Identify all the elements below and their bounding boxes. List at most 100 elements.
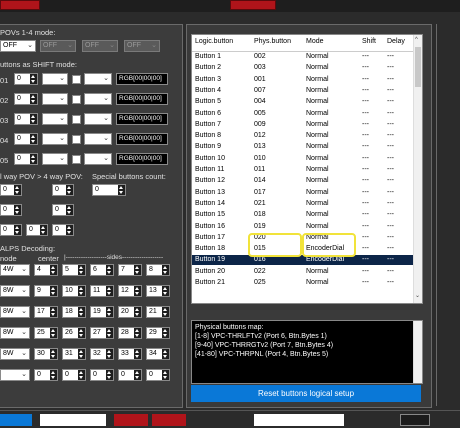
spin-arrows-icon[interactable] xyxy=(30,114,37,124)
physical-buttons-map[interactable]: Physical buttons map: [1-8] VPC-THRLFTv2… xyxy=(191,320,423,384)
shift-row-checkbox[interactable] xyxy=(72,75,81,84)
alps-center-spin[interactable]: 0 xyxy=(34,369,58,381)
table-row[interactable]: Button 21 025 Normal --- --- xyxy=(192,278,414,288)
spin-arrows-icon[interactable] xyxy=(50,307,57,317)
table-row[interactable]: Button 7 009 Normal --- --- xyxy=(192,120,414,130)
table-row[interactable]: Button 8 012 Normal --- --- xyxy=(192,131,414,141)
scroll-down-icon[interactable]: ⌄ xyxy=(415,292,420,299)
alps-side-spin[interactable]: 10 xyxy=(62,285,86,297)
bottom-input[interactable] xyxy=(40,414,106,426)
spin-arrows-icon[interactable] xyxy=(50,265,57,275)
alps-mode-combo[interactable]: 8W ⌄ xyxy=(0,306,30,318)
table-row[interactable]: Button 9 013 Normal --- --- xyxy=(192,142,414,152)
spin-arrows-icon[interactable] xyxy=(78,328,85,338)
table-row[interactable]: Button 20 022 Normal --- --- xyxy=(192,267,414,277)
spin-arrows-icon[interactable] xyxy=(134,265,141,275)
header-logic-button[interactable]: Logic.button xyxy=(195,38,233,45)
spin-arrows-icon[interactable] xyxy=(14,185,21,195)
map-scrollbar[interactable] xyxy=(413,321,422,383)
shift-row-checkbox[interactable] xyxy=(72,115,81,124)
spin-arrows-icon[interactable] xyxy=(162,265,169,275)
shift-row-combo-a[interactable]: ⌄ xyxy=(42,113,68,125)
table-row[interactable]: Button 2 003 Normal --- --- xyxy=(192,63,414,73)
shift-row-combo-a[interactable]: ⌄ xyxy=(42,153,68,165)
top-red-button-2[interactable] xyxy=(230,0,276,10)
shift-row-spin[interactable]: 0 xyxy=(14,113,38,125)
reset-logical-setup-button[interactable]: Reset buttons logical setup xyxy=(191,385,421,402)
alps-mode-combo[interactable]: 8W ⌄ xyxy=(0,348,30,360)
spin-arrows-icon[interactable] xyxy=(78,349,85,359)
spin-arrows-icon[interactable] xyxy=(134,328,141,338)
shift-row-spin[interactable]: 0 xyxy=(14,93,38,105)
alps-side-spin[interactable]: 20 xyxy=(118,306,142,318)
table-row[interactable]: Button 11 011 Normal --- --- xyxy=(192,165,414,175)
alps-side-spin[interactable]: 0 xyxy=(62,369,86,381)
alps-side-spin[interactable]: 8 xyxy=(146,264,170,276)
header-phys-button[interactable]: Phys.button xyxy=(254,38,291,45)
alps-side-spin[interactable]: 32 xyxy=(90,348,114,360)
alps-center-spin[interactable]: 25 xyxy=(34,327,58,339)
spin-arrows-icon[interactable] xyxy=(118,185,125,195)
table-row[interactable]: Button 14 021 Normal --- --- xyxy=(192,199,414,209)
spin-arrows-icon[interactable] xyxy=(106,370,113,380)
spin-arrows-icon[interactable] xyxy=(30,74,37,84)
alps-side-spin[interactable]: 33 xyxy=(118,348,142,360)
header-shift[interactable]: Shift xyxy=(362,38,376,45)
spin-arrows-icon[interactable] xyxy=(134,370,141,380)
spin-arrows-icon[interactable] xyxy=(30,94,37,104)
shift-row-combo-a[interactable]: ⌄ xyxy=(42,133,68,145)
spin-arrows-icon[interactable] xyxy=(50,370,57,380)
alps-side-spin[interactable]: 27 xyxy=(90,327,114,339)
spin-arrows-icon[interactable] xyxy=(162,349,169,359)
shift-row-combo-a[interactable]: ⌄ xyxy=(42,73,68,85)
alps-mode-combo[interactable]: ⌄ xyxy=(0,369,30,381)
table-row[interactable]: Button 16 019 Normal --- --- xyxy=(192,222,414,232)
alps-side-spin[interactable]: 0 xyxy=(146,369,170,381)
spin-arrows-icon[interactable] xyxy=(50,349,57,359)
spin-arrows-icon[interactable] xyxy=(50,286,57,296)
pov1-mode-combo[interactable]: OFF ⌄ xyxy=(0,40,36,52)
pov-way-spin[interactable]: 0 xyxy=(52,224,74,236)
spin-arrows-icon[interactable] xyxy=(78,265,85,275)
scroll-up-icon[interactable]: ^ xyxy=(415,37,418,43)
table-row[interactable]: Button 13 017 Normal --- --- xyxy=(192,188,414,198)
spin-arrows-icon[interactable] xyxy=(78,370,85,380)
spin-arrows-icon[interactable] xyxy=(14,205,21,215)
pov-way-spin[interactable]: 0 xyxy=(52,204,74,216)
pov-way-spin[interactable]: 0 xyxy=(0,184,22,196)
alps-side-spin[interactable]: 28 xyxy=(118,327,142,339)
special-buttons-count-spin[interactable]: 0 xyxy=(92,184,126,196)
pov4-mode-combo[interactable]: OFF ⌄ xyxy=(124,40,160,52)
alps-center-spin[interactable]: 17 xyxy=(34,306,58,318)
table-row[interactable]: Button 15 018 Normal --- --- xyxy=(192,210,414,220)
bottom-input-2[interactable] xyxy=(254,414,344,426)
header-delay[interactable]: Delay xyxy=(387,38,405,45)
pov-way-spin[interactable]: 0 xyxy=(26,224,48,236)
alps-side-spin[interactable]: 12 xyxy=(118,285,142,297)
shift-row-rgb[interactable]: RGB[00|00|00] xyxy=(116,113,168,125)
alps-side-spin[interactable]: 19 xyxy=(90,306,114,318)
table-row[interactable]: Button 3 001 Normal --- --- xyxy=(192,75,414,85)
top-red-button[interactable] xyxy=(0,0,40,10)
table-row[interactable]: Button 19 016 EncoderDial --- --- xyxy=(192,255,414,266)
shift-row-rgb[interactable]: RGB[00|00|00] xyxy=(116,93,168,105)
spin-arrows-icon[interactable] xyxy=(134,349,141,359)
pov3-mode-combo[interactable]: OFF ⌄ xyxy=(82,40,118,52)
alps-side-spin[interactable]: 26 xyxy=(62,327,86,339)
header-mode[interactable]: Mode xyxy=(306,38,324,45)
spin-arrows-icon[interactable] xyxy=(134,286,141,296)
spin-arrows-icon[interactable] xyxy=(162,328,169,338)
bottom-blue-button[interactable] xyxy=(0,414,32,426)
table-row[interactable]: Button 10 010 Normal --- --- xyxy=(192,154,414,164)
spin-arrows-icon[interactable] xyxy=(106,265,113,275)
spin-arrows-icon[interactable] xyxy=(66,225,73,235)
alps-side-spin[interactable]: 31 xyxy=(62,348,86,360)
alps-side-spin[interactable]: 0 xyxy=(118,369,142,381)
shift-row-combo-b[interactable]: ⌄ xyxy=(84,113,112,125)
spin-arrows-icon[interactable] xyxy=(134,307,141,317)
spin-arrows-icon[interactable] xyxy=(106,328,113,338)
shift-row-spin[interactable]: 0 xyxy=(14,133,38,145)
spin-arrows-icon[interactable] xyxy=(30,134,37,144)
pov-way-spin[interactable]: 0 xyxy=(0,204,22,216)
shift-row-rgb[interactable]: RGB[00|00|00] xyxy=(116,153,168,165)
